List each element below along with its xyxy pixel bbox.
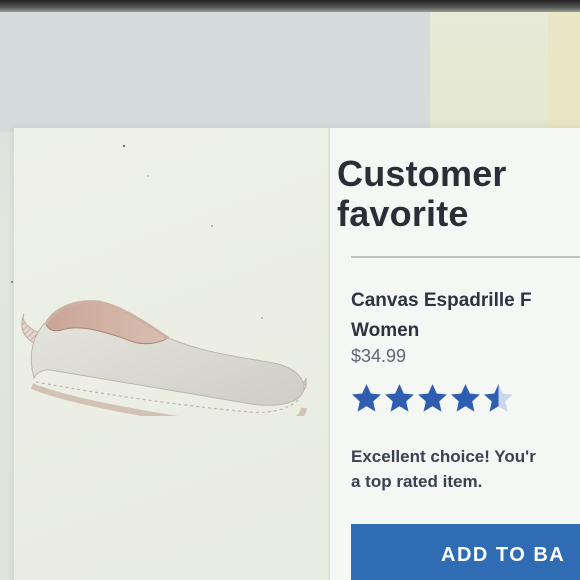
star-icon <box>418 384 447 412</box>
background-banner-edge <box>548 12 580 142</box>
screen: Customer favorite Canvas Espadrille F Wo… <box>0 0 580 580</box>
title-divider <box>351 256 580 258</box>
product-name-link[interactable]: Canvas Espadrille F Women <box>351 286 580 346</box>
add-to-bag-button[interactable]: ADD TO BA <box>351 524 580 580</box>
confirmation-message: Excellent choice! You'r a top rated item… <box>351 444 580 494</box>
star-icon <box>451 384 480 412</box>
star-half-icon <box>484 384 513 412</box>
product-image[interactable] <box>10 236 310 416</box>
product-name-line-2: Women <box>351 320 420 341</box>
background-page <box>0 12 430 132</box>
product-name-line-1: Canvas Espadrille F <box>351 290 532 311</box>
star-icon <box>385 384 414 412</box>
monitor-bezel <box>0 0 580 12</box>
message-line-1: Excellent choice! You'r <box>351 447 536 466</box>
product-price: $34.99 <box>351 346 407 366</box>
message-line-2: a top rated item. <box>351 472 483 491</box>
modal-title: Customer favorite <box>337 153 507 234</box>
rating-stars <box>350 382 515 422</box>
star-icon <box>352 384 381 412</box>
